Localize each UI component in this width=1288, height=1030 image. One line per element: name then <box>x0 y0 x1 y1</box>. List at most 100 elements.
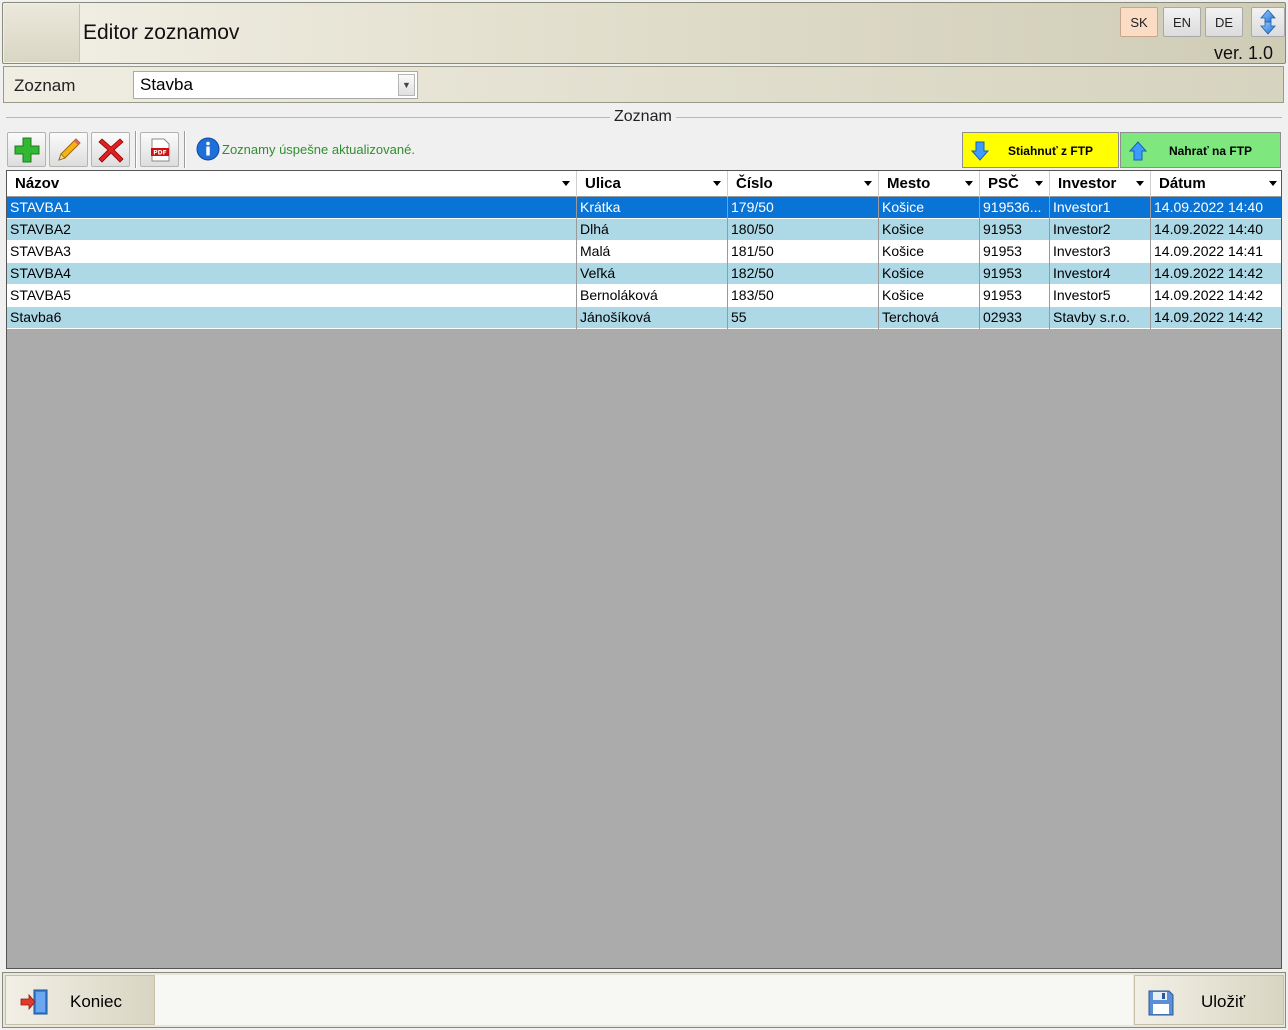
toolbar-separator <box>184 131 186 168</box>
table-row[interactable]: STAVBA2 Dlhá 180/50 Košice 91953 Investor2 14.… <box>7 219 1281 241</box>
table-row[interactable]: STAVBA5 Bernoláková 183/50 Košice 91953 Inves… <box>7 285 1281 307</box>
status-message: Zoznamy úspešne aktualizované. <box>222 142 415 157</box>
column-header-label: Dátum <box>1159 175 1206 192</box>
cell-nazov: Stavba6 <box>7 307 577 329</box>
cell-mesto: Košice <box>879 285 980 307</box>
list-dropdown-value: Stavba <box>140 75 193 94</box>
cell-cislo: 179/50 <box>728 197 879 219</box>
column-header-cislo[interactable]: Číslo <box>728 171 879 197</box>
logo-area <box>4 4 80 62</box>
cell-nazov: STAVBA2 <box>7 219 577 241</box>
sort-dropdown-icon[interactable] <box>562 181 570 186</box>
cell-mesto: Košice <box>879 219 980 241</box>
download-ftp-button[interactable]: Stiahnuť z FTP <box>962 132 1119 168</box>
cell-investor: Investor3 <box>1050 241 1151 263</box>
app-title: Editor zoznamov <box>83 21 240 44</box>
add-button[interactable] <box>7 132 46 167</box>
cell-datum: 14.09.2022 14:42 <box>1154 309 1263 325</box>
sort-dropdown-icon[interactable] <box>1035 181 1043 186</box>
cell-cislo: 181/50 <box>728 241 879 263</box>
cell-ulica: Jánošíková <box>577 307 728 329</box>
cell-mesto: Terchová <box>879 307 980 329</box>
delete-button[interactable] <box>91 132 130 167</box>
pdf-export-button[interactable]: PDF <box>140 132 179 167</box>
table-row[interactable]: Stavba6 Jánošíková 55 Terchová 02933 Stavby s… <box>7 307 1281 329</box>
column-header-psc[interactable]: PSČ <box>980 171 1050 197</box>
info-icon <box>196 137 220 161</box>
sync-button[interactable] <box>1251 7 1285 37</box>
column-header-investor[interactable]: Investor <box>1050 171 1151 197</box>
chevron-down-icon[interactable]: ▼ <box>398 74 415 96</box>
cell-investor: Investor4 <box>1050 263 1151 285</box>
exit-button[interactable]: Koniec <box>5 975 155 1025</box>
cell-psc: 91953 <box>980 241 1050 263</box>
cell-nazov: STAVBA5 <box>7 285 577 307</box>
list-selector-row: Zoznam Stavba ▼ <box>3 66 1284 103</box>
data-grid[interactable]: Názov Ulica Číslo Mesto PSČ Investor Dát… <box>6 170 1282 969</box>
upload-ftp-button[interactable]: Nahrať na FTP <box>1120 132 1281 168</box>
cell-psc: 02933 <box>980 307 1050 329</box>
column-header-nazov[interactable]: Názov <box>7 171 577 197</box>
language-sk-button[interactable]: SK <box>1120 7 1158 37</box>
cell-ulica: Dlhá <box>577 219 728 241</box>
cell-psc: 91953 <box>980 263 1050 285</box>
cell-mesto: Košice <box>879 197 980 219</box>
save-label: Uložiť <box>1201 992 1246 1011</box>
edit-button[interactable] <box>49 132 88 167</box>
column-header-label: Investor <box>1058 175 1117 192</box>
floppy-disk-icon <box>1148 990 1174 1016</box>
exit-label: Koniec <box>70 992 122 1011</box>
cell-ulica: Krátka <box>577 197 728 219</box>
sort-dropdown-icon[interactable] <box>713 181 721 186</box>
cell-ulica: Veľká <box>577 263 728 285</box>
column-header-datum[interactable]: Dátum <box>1151 171 1281 197</box>
column-header-ulica[interactable]: Ulica <box>577 171 728 197</box>
cell-investor: Stavby s.r.o. <box>1050 307 1151 329</box>
list-dropdown[interactable]: Stavba ▼ <box>133 71 418 99</box>
toolbar: PDF Zoznamy úspešne aktualizované. Stiah… <box>6 131 1282 168</box>
cell-psc: 91953 <box>980 285 1050 307</box>
cell-nazov: STAVBA3 <box>7 241 577 263</box>
table-row[interactable]: STAVBA3 Malá 181/50 Košice 91953 Investor3 14.… <box>7 241 1281 263</box>
upload-ftp-label: Nahrať na FTP <box>1168 144 1253 158</box>
sort-dropdown-icon[interactable] <box>965 181 973 186</box>
plus-icon <box>14 137 39 162</box>
list-label: Zoznam <box>14 76 76 95</box>
cell-datum: 14.09.2022 14:42 <box>1154 265 1263 281</box>
cell-cislo: 180/50 <box>728 219 879 241</box>
language-en-button[interactable]: EN <box>1163 7 1201 37</box>
cell-cislo: 55 <box>728 307 879 329</box>
table-row[interactable]: STAVBA4 Veľká 182/50 Košice 91953 Investor4 14… <box>7 263 1281 285</box>
column-header-label: Ulica <box>585 175 621 192</box>
version-label: ver. 1.0 <box>1213 43 1273 63</box>
cell-cislo: 182/50 <box>728 263 879 285</box>
pdf-icon: PDF <box>150 138 169 161</box>
sort-dropdown-icon[interactable] <box>864 181 872 186</box>
column-header-label: Číslo <box>736 175 773 192</box>
cell-mesto: Košice <box>879 263 980 285</box>
cell-investor: Investor1 <box>1050 197 1151 219</box>
column-header-label: PSČ <box>988 175 1019 192</box>
exit-door-icon <box>20 989 48 1015</box>
sync-arrows-icon <box>1260 9 1276 35</box>
sort-dropdown-icon[interactable] <box>1269 181 1277 186</box>
download-ftp-label: Stiahnuť z FTP <box>1007 144 1094 158</box>
footer-spacer <box>155 975 1133 1025</box>
toolbar-separator <box>135 131 137 168</box>
column-header-mesto[interactable]: Mesto <box>879 171 980 197</box>
save-button[interactable]: Uložiť <box>1134 975 1284 1025</box>
sort-dropdown-icon[interactable] <box>1136 181 1144 186</box>
table-row[interactable]: STAVBA1 Krátka 179/50 Košice 919536... Invest… <box>7 197 1281 219</box>
group-caption: Zoznam <box>610 108 676 126</box>
cell-psc: 919536... <box>980 197 1050 219</box>
column-header-label: Názov <box>15 175 60 192</box>
delete-x-icon <box>97 137 124 163</box>
cell-nazov: STAVBA1 <box>7 197 577 219</box>
title-bar: Editor zoznamov SK EN DE ver. 1.0 <box>2 2 1286 64</box>
cell-datum: 14.09.2022 14:42 <box>1154 287 1263 303</box>
cell-psc: 91953 <box>980 219 1050 241</box>
cell-ulica: Malá <box>577 241 728 263</box>
cell-investor: Investor2 <box>1050 219 1151 241</box>
footer-bar: Koniec Uložiť <box>2 972 1286 1028</box>
language-de-button[interactable]: DE <box>1205 7 1243 37</box>
